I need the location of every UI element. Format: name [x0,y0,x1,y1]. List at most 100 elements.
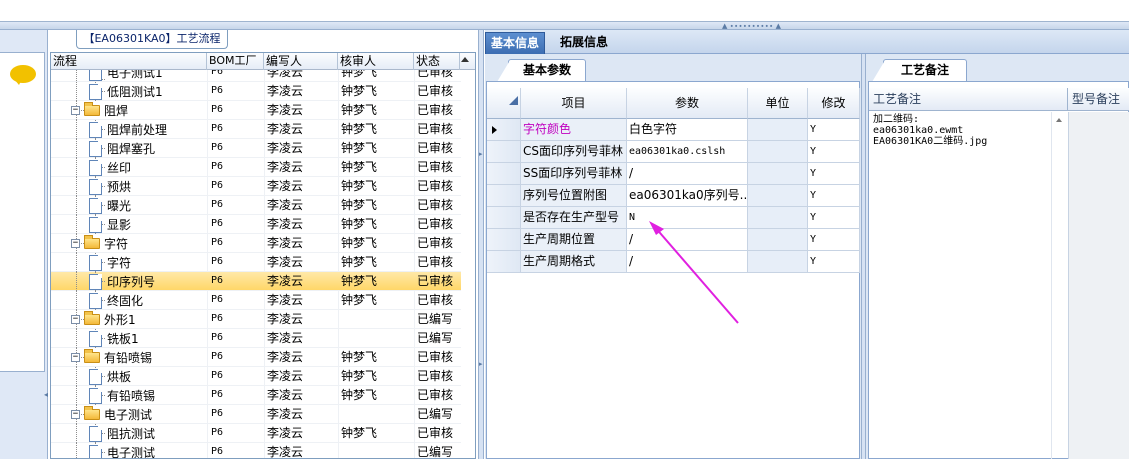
collapse-icon[interactable]: − [71,239,80,248]
tree-node[interactable]: − 外形1 [71,310,136,329]
collapse-icon[interactable]: − [71,410,80,419]
row-header[interactable] [487,251,521,273]
param-value-cell[interactable]: 白色字符 [627,119,748,141]
table-row[interactable]: 低阻测试1 P6 李凌云 钟梦飞 已审核 [51,82,461,101]
tree-node[interactable]: 有铅喷锡 [89,386,155,405]
table-row[interactable]: 铣板1 P6 李凌云 已编写 [51,329,461,348]
param-unit-cell[interactable] [748,207,808,229]
tab-process-notes[interactable]: 工艺备注 [872,59,967,82]
tree-node[interactable]: 预烘 [89,177,131,196]
table-row[interactable]: 印序列号 P6 李凌云 钟梦飞 已审核 [51,272,461,291]
param-value-cell[interactable]: ea06301ka0序列号... [627,185,748,207]
param-modify-cell[interactable]: Y [808,229,860,251]
model-notes-cell[interactable] [1068,112,1129,459]
param-item-cell[interactable]: 序列号位置附图 [521,185,627,207]
param-item-cell[interactable]: SS面印序列号菲林 [521,163,627,185]
row-header[interactable] [487,163,521,185]
col-header-reviewer[interactable]: 核审人 [338,53,414,70]
notes-scrollbar[interactable] [1051,112,1067,459]
col-header-value[interactable]: 参数 [627,88,748,119]
table-row[interactable]: 终固化 P6 李凌云 钟梦飞 已审核 [51,291,461,310]
tree-node[interactable]: − 字符 [71,234,128,253]
param-unit-cell[interactable] [748,185,808,207]
scroll-up-arrow-icon[interactable] [1056,118,1062,122]
param-modify-cell[interactable]: Y [808,251,860,273]
table-row[interactable]: 有铅喷锡 P6 李凌云 钟梦飞 已审核 [51,386,461,405]
process-flow-tab[interactable]: 【EA06301KA0】工艺流程 [76,30,228,49]
param-unit-cell[interactable] [748,163,808,185]
table-row[interactable]: − 有铅喷锡 P6 李凌云 钟梦飞 已审核 [51,348,461,367]
tree-node[interactable]: 电子测试 [89,443,155,458]
param-value-cell[interactable]: / [627,163,748,185]
table-row[interactable]: 烘板 P6 李凌云 钟梦飞 已审核 [51,367,461,386]
splitter-grip-icon[interactable]: ▲ ∙∙∙∙∙∙∙∙∙∙ ▲ [722,22,781,30]
table-row[interactable]: 电子测试1 P6 李凌云 钟梦飞 已审核 [51,70,461,82]
tab-basic-params[interactable]: 基本参数 [497,59,586,82]
param-unit-cell[interactable] [748,229,808,251]
row-header[interactable] [487,207,521,229]
vertical-splitter-right[interactable] [861,54,866,459]
col-header-bom[interactable]: BOM工厂 [207,53,264,70]
collapse-icon[interactable]: − [71,315,80,324]
param-unit-cell[interactable] [748,251,808,273]
tree-node[interactable]: 印序列号 [89,272,155,291]
table-row[interactable]: − 阻焊 P6 李凌云 钟梦飞 已审核 [51,101,461,120]
tree-node[interactable]: 铣板1 [89,329,139,348]
table-row[interactable]: 阻抗测试 P6 李凌云 钟梦飞 已审核 [51,424,461,443]
param-modify-cell[interactable]: Y [808,185,860,207]
process-notes-text[interactable]: 加二维码: ea06301ka0.ewmt EA06301KA0二维码.jpg [873,114,1053,147]
row-header[interactable] [487,141,521,163]
col-header-status[interactable]: 状态 [414,53,460,70]
param-modify-cell[interactable]: Y [808,207,860,229]
tree-node[interactable]: 显影 [89,215,131,234]
table-row[interactable]: 字符 P6 李凌云 钟梦飞 已审核 [51,253,461,272]
param-value-cell[interactable]: N [627,207,748,229]
table-row[interactable]: 电子测试 P6 李凌云 已编写 [51,443,461,458]
col-header-item[interactable]: 项目 [521,88,627,119]
tree-node[interactable]: 丝印 [89,158,131,177]
splitter-arrow-icon[interactable]: ▸ [479,150,483,158]
tab-basic-info[interactable]: 基本信息 [485,32,546,54]
col-header-process-notes[interactable]: 工艺备注 [869,88,1068,111]
col-header-process[interactable]: 流程 [51,53,207,70]
tree-node[interactable]: 阻焊前处理 [89,120,167,139]
tree-node[interactable]: 字符 [89,253,131,272]
table-row[interactable]: 预烘 P6 李凌云 钟梦飞 已审核 [51,177,461,196]
table-row[interactable]: − 外形1 P6 李凌云 已编写 [51,310,461,329]
col-header-modify[interactable]: 修改 [808,88,860,119]
table-row[interactable]: − 电子测试 P6 李凌云 已编写 [51,405,461,424]
tree-node[interactable]: 低阻测试1 [89,82,163,101]
table-row[interactable]: 阻焊前处理 P6 李凌云 钟梦飞 已审核 [51,120,461,139]
tree-node[interactable]: 曝光 [89,196,131,215]
table-row[interactable]: 丝印 P6 李凌云 钟梦飞 已审核 [51,158,461,177]
collapse-icon[interactable]: − [71,353,80,362]
horizontal-splitter[interactable]: ▲ ∙∙∙∙∙∙∙∙∙∙ ▲ [0,22,1129,30]
param-item-cell[interactable]: 生产周期位置 [521,229,627,251]
tree-node[interactable]: 终固化 [89,291,143,310]
tree-node[interactable]: − 阻焊 [71,101,128,120]
param-modify-cell[interactable]: Y [808,141,860,163]
param-value-cell[interactable]: / [627,229,748,251]
tree-node[interactable]: 阻焊塞孔 [89,139,155,158]
collapse-icon[interactable]: − [71,106,80,115]
table-row[interactable]: − 字符 P6 李凌云 钟梦飞 已审核 [51,234,461,253]
splitter-arrow-icon[interactable]: ▸ [479,360,483,368]
param-unit-cell[interactable] [748,141,808,163]
tree-node[interactable]: 电子测试1 [89,70,163,81]
param-modify-cell[interactable]: Y [808,119,860,141]
param-value-cell[interactable]: ea06301ka0.cslsh [627,141,748,163]
param-unit-cell[interactable] [748,119,808,141]
left-splitter-arrow-icon[interactable]: ◂ [44,390,48,410]
row-header[interactable] [487,229,521,251]
param-item-cell[interactable]: 字符颜色 [521,119,627,141]
tree-node[interactable]: 阻抗测试 [89,424,155,443]
col-header-unit[interactable]: 单位 [748,88,808,119]
table-row[interactable]: 阻焊塞孔 P6 李凌云 钟梦飞 已审核 [51,139,461,158]
param-modify-cell[interactable]: Y [808,163,860,185]
scroll-up-arrow-icon[interactable] [461,57,469,62]
table-row[interactable]: 显影 P6 李凌云 钟梦飞 已审核 [51,215,461,234]
row-header[interactable] [487,185,521,207]
col-header-writer[interactable]: 编写人 [264,53,338,70]
param-item-cell[interactable]: 是否存在生产型号 [521,207,627,229]
tree-node[interactable]: 烘板 [89,367,131,386]
